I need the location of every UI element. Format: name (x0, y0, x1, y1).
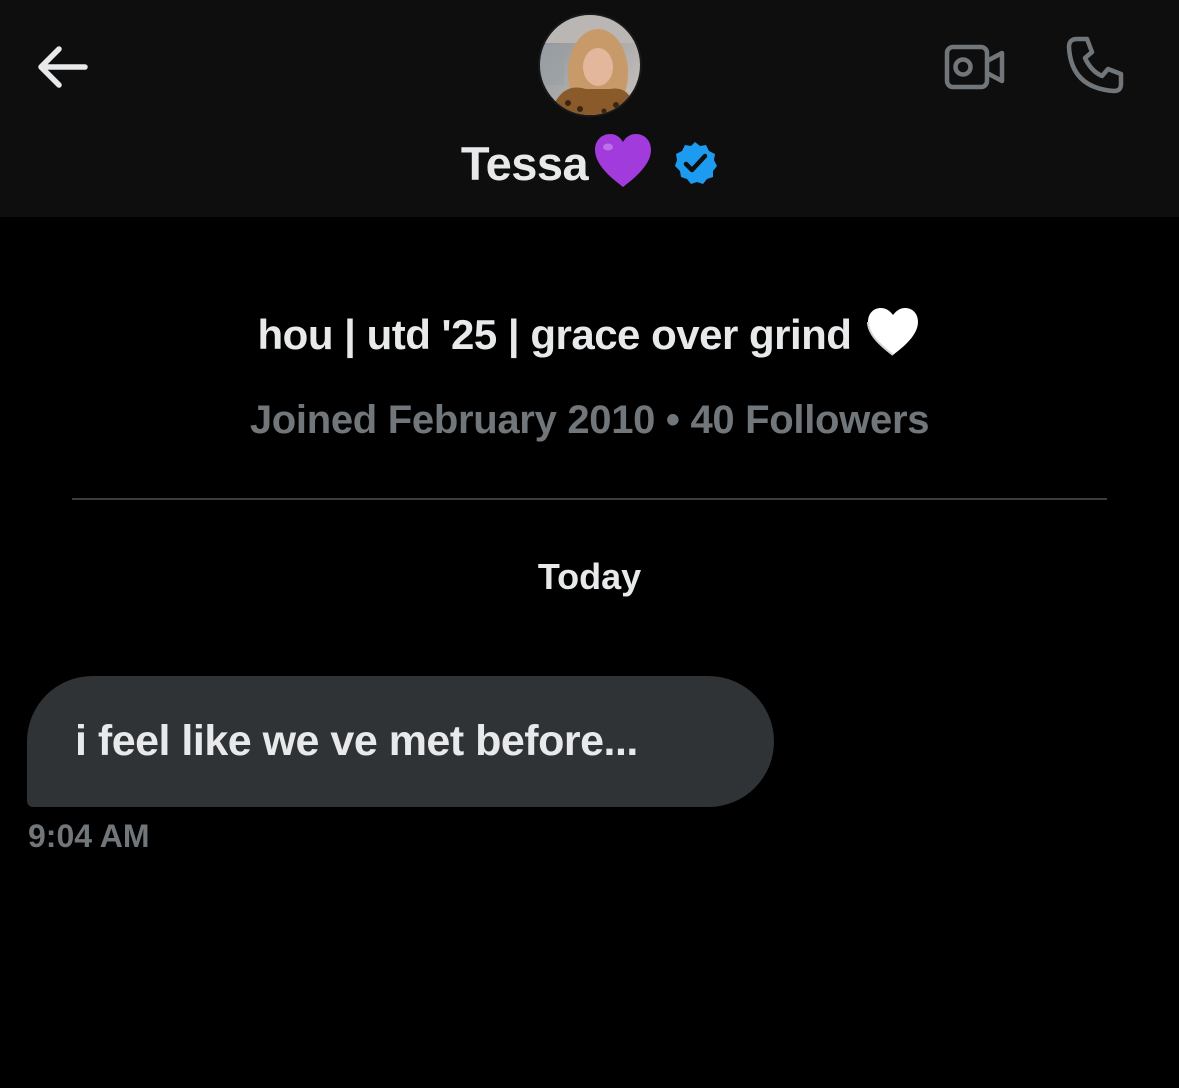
voice-call-button[interactable] (1058, 30, 1132, 100)
video-camera-icon (944, 44, 1005, 90)
bio-text: hou | utd '25 | grace over grind (257, 310, 852, 358)
purple-heart-icon (592, 132, 654, 195)
arrow-left-icon (38, 46, 88, 88)
message-text: i feel like we ve met before... (75, 717, 638, 765)
message-timestamp: 9:04 AM (28, 818, 150, 854)
verified-badge-icon (672, 140, 718, 191)
phone-icon (1066, 36, 1124, 94)
profile-avatar[interactable] (540, 15, 640, 115)
date-separator: Today (537, 556, 642, 597)
message-bubble[interactable]: i feel like we ve met before... (27, 676, 774, 807)
profile-meta: Joined February 2010 • 40 Followers (249, 398, 930, 442)
video-call-button[interactable] (940, 36, 1010, 98)
conversation-header: Tessa (0, 0, 1179, 217)
white-heart-icon (865, 306, 921, 363)
conversation-title: Tessa (0, 128, 1179, 198)
divider (72, 498, 1107, 500)
profile-bio: hou | utd '25 | grace over grind (0, 306, 1179, 363)
contact-name: Tessa (460, 136, 589, 190)
back-button[interactable] (26, 36, 96, 98)
